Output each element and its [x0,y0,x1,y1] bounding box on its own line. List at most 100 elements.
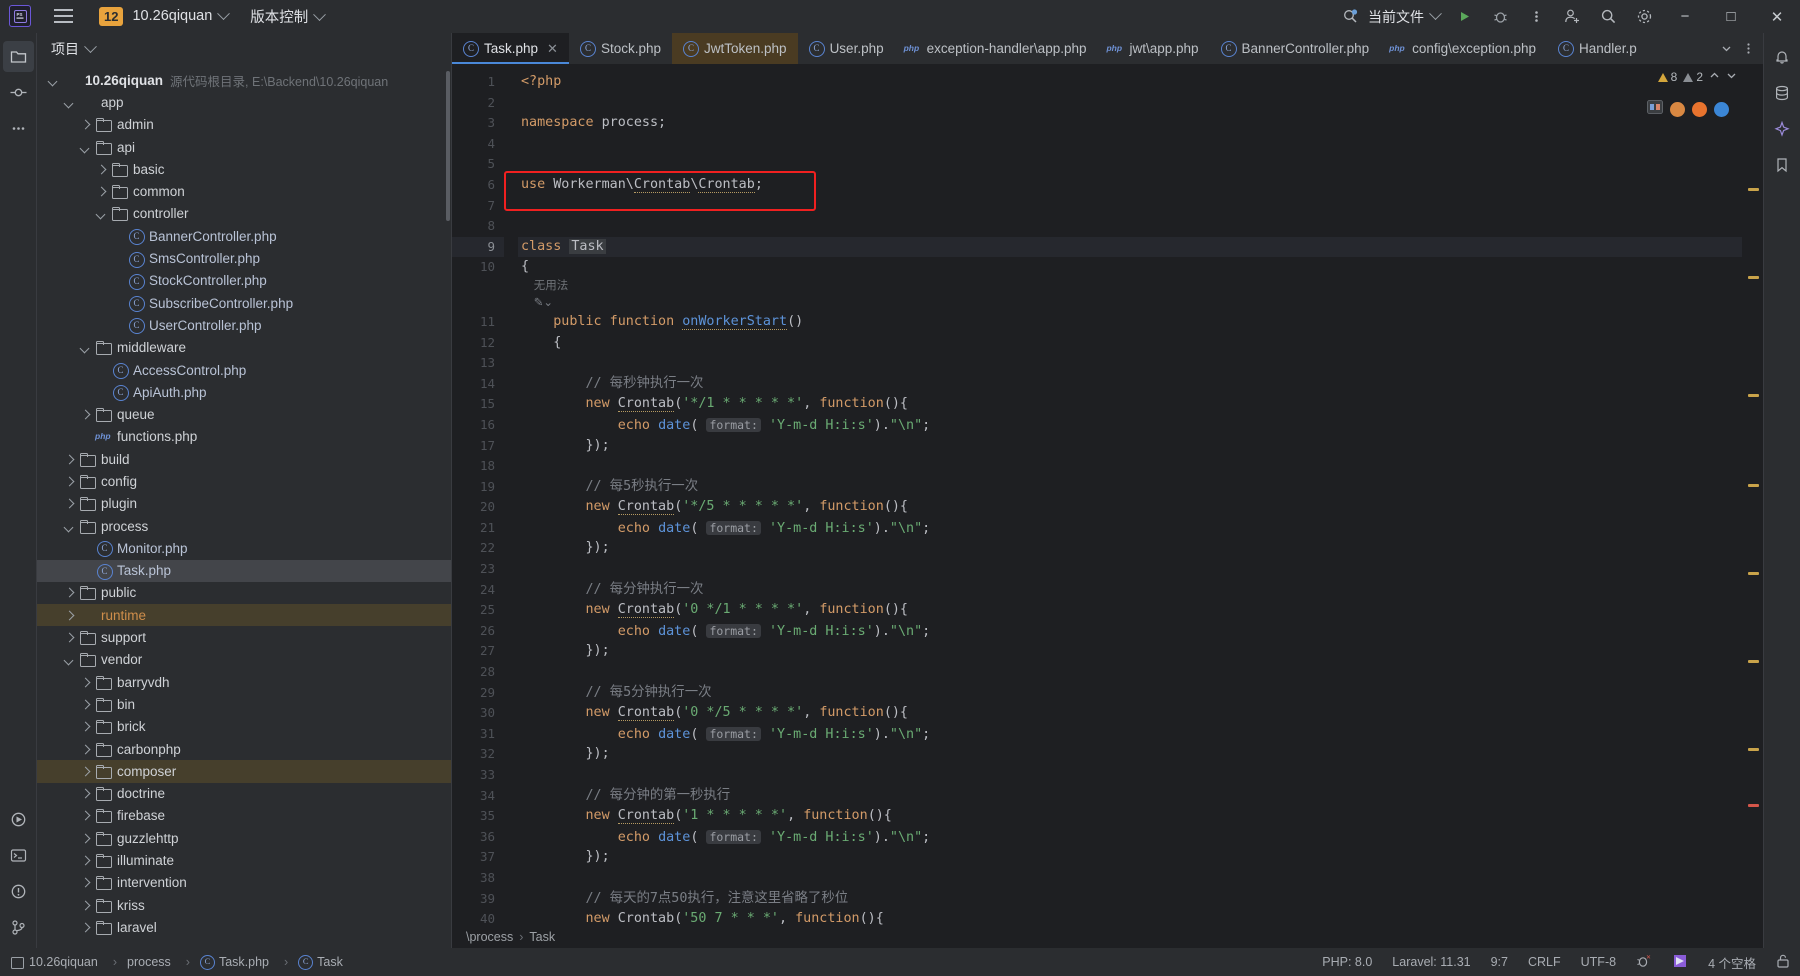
code-line[interactable] [518,134,1742,155]
tree-item-intervention[interactable]: intervention [37,872,451,894]
tree-item-smscontroller-php[interactable]: SmsController.php [37,247,451,269]
code-line[interactable] [518,765,1742,786]
code-line[interactable]: use Workerman\Crontab\Crontab; [518,175,1742,196]
chevron-down-icon[interactable] [63,653,76,666]
tree-item-vendor[interactable]: vendor [37,649,451,671]
edge-browser-icon[interactable] [1714,102,1729,117]
editor-tab-exception-handler-app-php[interactable]: exception-handler\app.php [895,33,1098,64]
code-line[interactable] [518,456,1742,477]
chevron-right-icon[interactable] [79,832,92,845]
tree-item-barryvdh[interactable]: barryvdh [37,671,451,693]
version-control-icon[interactable] [3,912,34,943]
search-icon[interactable] [1590,0,1626,33]
tree-item-runtime[interactable]: runtime [37,604,451,627]
chevron-down-icon[interactable] [1726,70,1737,84]
chevron-right-icon[interactable] [63,497,76,510]
tree-item-public[interactable]: public [37,582,451,604]
tree-item-task-php[interactable]: Task.php [37,559,451,582]
editor-tab-config-exception-php[interactable]: config\exception.php [1380,33,1547,64]
chevron-right-icon[interactable] [79,698,92,711]
commit-icon[interactable] [3,77,34,108]
code-line[interactable]: <?php [518,72,1742,93]
code-line[interactable]: }); [518,436,1742,457]
chevron-right-icon[interactable] [63,609,76,622]
code-line[interactable]: namespace process; [518,113,1742,134]
chevron-right-icon[interactable] [79,118,92,131]
code-line[interactable]: }); [518,847,1742,868]
project-folder-icon[interactable] [2,41,34,72]
tree-item-kriss[interactable]: kriss [37,894,451,916]
status-crumb-class[interactable]: Task [298,955,343,970]
code-folding-column[interactable] [504,64,518,926]
code-line[interactable]: { [518,257,1742,278]
chevron-down-icon[interactable] [63,96,76,109]
chevron-right-icon[interactable] [79,787,92,800]
chevron-up-icon[interactable] [1709,70,1720,84]
chevron-right-icon[interactable] [79,899,92,912]
tree-item-composer[interactable]: composer [37,760,451,783]
tree-item-stockcontroller-php[interactable]: StockController.php [37,270,451,292]
tree-item-brick[interactable]: brick [37,716,451,738]
editor-floating-widgets[interactable] [1647,100,1729,119]
chevron-right-icon[interactable] [79,676,92,689]
code-line[interactable]: new Crontab('50 7 * * *', function(){ [518,909,1742,926]
chevron-right-icon[interactable] [79,876,92,889]
close-button[interactable]: ✕ [1754,0,1800,33]
editor-tab-jwt-app-php[interactable]: jwt\app.php [1097,33,1209,64]
project-panel-header[interactable]: 项目 [37,33,451,65]
chevron-right-icon[interactable] [95,185,108,198]
code-line[interactable]: new Crontab('0 */1 * * * *', function(){ [518,600,1742,621]
tree-item-api[interactable]: api [37,136,451,158]
tree-item-config[interactable]: config [37,470,451,492]
file-encoding[interactable]: UTF-8 [1581,955,1616,969]
chevron-down-icon[interactable] [95,207,108,220]
terminal-icon[interactable] [3,840,34,871]
tree-item-doctrine[interactable]: doctrine [37,783,451,805]
code-line[interactable]: class Task [518,236,1742,258]
code-line[interactable] [518,559,1742,580]
tree-item-firebase[interactable]: firebase [37,805,451,827]
inspection-gutter[interactable] [1742,64,1763,926]
chevron-down-icon[interactable] [79,141,92,154]
status-crumb-folder[interactable]: process [127,955,171,969]
editor-tab-task-php[interactable]: Task.php ✕ [452,33,569,64]
chevron-right-icon[interactable] [79,720,92,733]
laravel-version[interactable]: Laravel: 11.31 [1392,955,1470,969]
tree-item-10-26qiquan[interactable]: 10.26qiquan 源代码根目录, E:\Backend\10.26qiqua… [37,69,451,91]
code-line[interactable]: // 每分钟执行一次 [518,580,1742,601]
chevron-down-icon[interactable] [47,74,60,87]
code-line[interactable] [518,154,1742,175]
code-line[interactable]: { [518,333,1742,354]
chevron-right-icon[interactable] [79,854,92,867]
run-icon[interactable] [1446,0,1482,33]
code-line[interactable]: new Crontab('1 * * * * *', function(){ [518,806,1742,827]
status-crumb-file[interactable]: Task.php [199,955,269,970]
breadcrumb[interactable]: \process › Task [452,926,1763,948]
editor-tab-handler-p[interactable]: Handler.p [1547,33,1648,64]
settings-gear-icon[interactable] [1626,0,1662,33]
tree-item-illuminate[interactable]: illuminate [37,849,451,871]
code-line[interactable] [518,216,1742,237]
chevron-right-icon[interactable] [63,453,76,466]
breadcrumb-item[interactable]: Task [529,930,555,944]
tree-item-common[interactable]: common [37,180,451,202]
maximize-button[interactable]: □ [1708,0,1754,33]
code-line[interactable]: // 每5秒执行一次 [518,477,1742,498]
problems-icon[interactable] [3,876,34,907]
editor-tab-bannercontroller-php[interactable]: BannerController.php [1210,33,1381,64]
code-line[interactable]: echo date( format: 'Y-m-d H:i:s')."\n"; [518,827,1742,848]
code-line[interactable]: new Crontab('*/1 * * * * *', function(){ [518,394,1742,415]
inlay-hint-usage[interactable]: 无用法 [518,278,1742,295]
tree-item-bannercontroller-php[interactable]: BannerController.php [37,225,451,247]
tree-item-carbonphp[interactable]: carbonphp [37,738,451,760]
code-line[interactable]: new Crontab('*/5 * * * * *', function(){ [518,497,1742,518]
editor-tab-stock-php[interactable]: Stock.php [569,33,672,64]
editor-tab-jwttoken-php[interactable]: JwtToken.php [672,33,798,64]
tree-item-bin[interactable]: bin [37,693,451,715]
tree-item-controller[interactable]: controller [37,203,451,225]
chevron-right-icon[interactable] [79,809,92,822]
indent-setting[interactable]: 4 个空格 [1708,953,1756,972]
code-line[interactable]: // 每天的7点50执行，注意这里省略了秒位 [518,889,1742,910]
chevron-right-icon[interactable] [63,475,76,488]
chevron-right-icon[interactable] [95,163,108,176]
